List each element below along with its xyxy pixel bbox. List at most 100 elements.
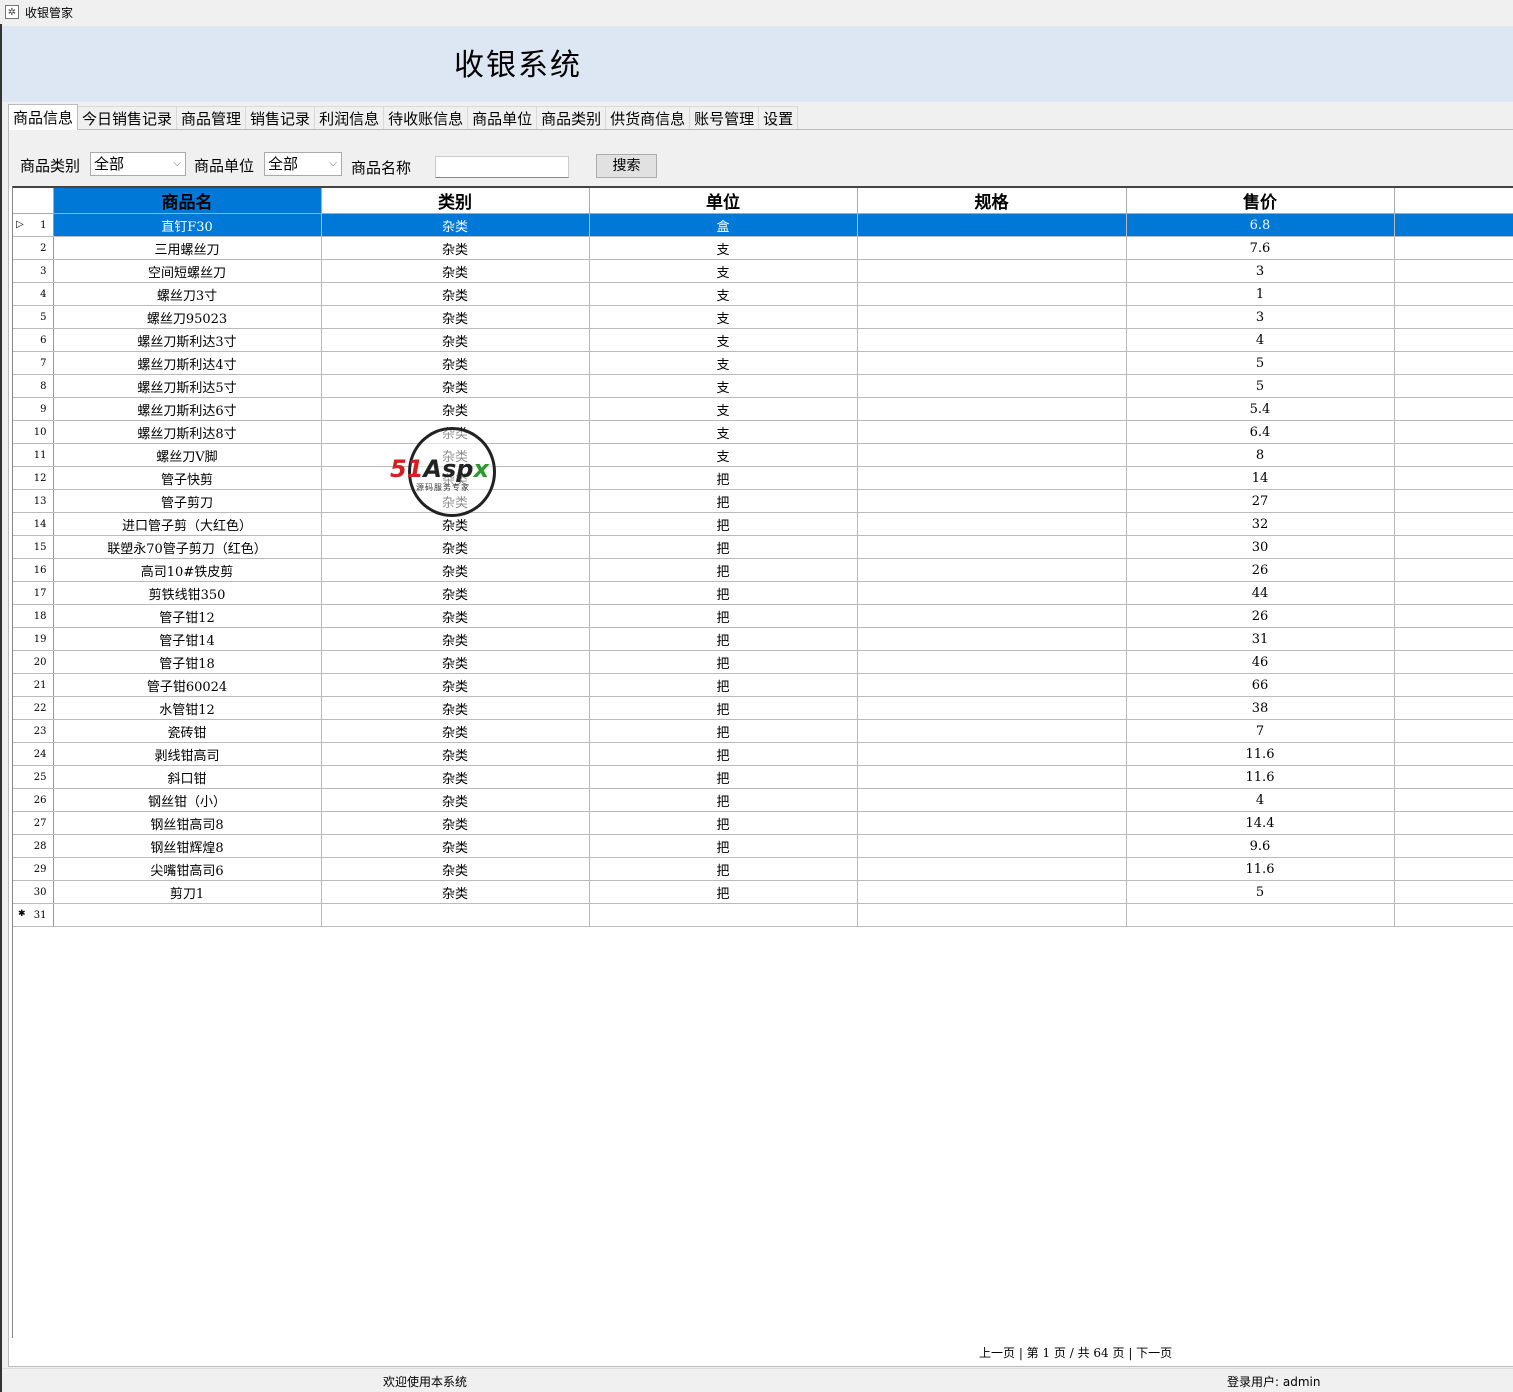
cell-cat[interactable]: 杂类: [321, 374, 590, 398]
cell-price[interactable]: 11.6: [1126, 742, 1395, 766]
cell-name[interactable]: 钢丝钳辉煌8: [53, 834, 322, 858]
cell-spec[interactable]: [857, 673, 1127, 697]
cell-cat[interactable]: 杂类: [321, 834, 590, 858]
cell-empty[interactable]: [321, 903, 590, 927]
cell-unit[interactable]: 支: [589, 259, 858, 283]
cell-spec[interactable]: [857, 213, 1127, 237]
cell-price[interactable]: 6.4: [1126, 420, 1395, 444]
cell-stock[interactable]: [1394, 512, 1513, 536]
cell-spec[interactable]: [857, 489, 1127, 513]
cell-empty[interactable]: [1394, 903, 1513, 927]
cell-price[interactable]: 11.6: [1126, 857, 1395, 881]
cell-price[interactable]: 5.4: [1126, 397, 1395, 421]
cell-price[interactable]: 9.6: [1126, 834, 1395, 858]
tab-7[interactable]: 商品类别: [536, 106, 607, 130]
table-row[interactable]: 29 尖嘴钳高司6 杂类把 11.6: [13, 857, 1513, 881]
cell-stock[interactable]: [1394, 282, 1513, 306]
column-header[interactable]: 商品名: [53, 188, 322, 214]
cell-price[interactable]: 5: [1126, 351, 1395, 375]
cell-unit[interactable]: 把: [589, 558, 858, 582]
cell-price[interactable]: 7: [1126, 719, 1395, 743]
cell-unit[interactable]: 把: [589, 834, 858, 858]
cell-name[interactable]: 螺丝刀斯利达3寸: [53, 328, 322, 352]
cell-stock[interactable]: [1394, 489, 1513, 513]
row-header[interactable]: 23: [13, 719, 54, 743]
column-header[interactable]: 售价: [1126, 188, 1395, 214]
table-row[interactable]: 21 管子钳60024 杂类把 66: [13, 673, 1513, 697]
cell-price[interactable]: 14.4: [1126, 811, 1395, 835]
cell-spec[interactable]: [857, 443, 1127, 467]
cell-name[interactable]: 剪铁线钳350: [53, 581, 322, 605]
tab-5[interactable]: 待收账信息: [383, 106, 469, 130]
cell-spec[interactable]: [857, 374, 1127, 398]
cell-unit[interactable]: 把: [589, 581, 858, 605]
cell-spec[interactable]: [857, 282, 1127, 306]
cell-stock[interactable]: [1394, 604, 1513, 628]
cell-stock[interactable]: [1394, 834, 1513, 858]
table-row[interactable]: ▷ 1 直钉F30 杂类盒 6.8: [13, 213, 1513, 237]
cell-stock[interactable]: [1394, 857, 1513, 881]
cell-cat[interactable]: 杂类: [321, 236, 590, 260]
tab-4[interactable]: 利润信息: [314, 106, 385, 130]
cell-unit[interactable]: 把: [589, 880, 858, 904]
search-button[interactable]: 搜索: [596, 154, 657, 178]
table-row[interactable]: 8 螺丝刀斯利达5寸 杂类支 5: [13, 374, 1513, 398]
table-row[interactable]: 10螺丝刀斯利达8寸杂类支6.4: [13, 420, 1513, 444]
row-header[interactable]: 5: [13, 305, 54, 329]
table-row[interactable]: 14 进口管子剪（大红色） 杂类把 32: [13, 512, 1513, 536]
table-row[interactable]: 23 瓷砖钳 杂类把 7: [13, 719, 1513, 743]
column-header[interactable]: 类别: [321, 188, 590, 214]
cell-name[interactable]: 尖嘴钳高司6: [53, 857, 322, 881]
tab-1[interactable]: 今日销售记录: [77, 106, 178, 130]
cell-empty[interactable]: [53, 903, 322, 927]
table-row[interactable]: 30 剪刀1 杂类把 5: [13, 880, 1513, 904]
cell-stock[interactable]: [1394, 374, 1513, 398]
cell-name[interactable]: 管子钳14: [53, 627, 322, 651]
cell-stock[interactable]: [1394, 650, 1513, 674]
table-row[interactable]: 20 管子钳18 杂类把 46: [13, 650, 1513, 674]
cell-name[interactable]: 钢丝钳（小）: [53, 788, 322, 812]
row-header[interactable]: 15: [13, 535, 54, 559]
row-header[interactable]: 19: [13, 627, 54, 651]
cell-stock[interactable]: [1394, 259, 1513, 283]
cell-cat[interactable]: 杂类: [321, 673, 590, 697]
cell-cat[interactable]: 杂类: [321, 696, 590, 720]
cell-name[interactable]: 联塑永70管子剪刀（红色）: [53, 535, 322, 559]
cell-stock[interactable]: [1394, 742, 1513, 766]
cell-stock[interactable]: [1394, 581, 1513, 605]
cell-price[interactable]: 6.8: [1126, 213, 1395, 237]
cell-spec[interactable]: [857, 397, 1127, 421]
cell-spec[interactable]: [857, 535, 1127, 559]
cell-unit[interactable]: 把: [589, 489, 858, 513]
cell-cat[interactable]: 杂类: [321, 213, 590, 237]
unit-select[interactable]: 全部 ⌵: [264, 152, 342, 176]
row-header[interactable]: 2: [13, 236, 54, 260]
row-header[interactable]: 14: [13, 512, 54, 536]
cell-name[interactable]: 高司10#铁皮剪: [53, 558, 322, 582]
table-row[interactable]: 26 钢丝钳（小） 杂类把 4: [13, 788, 1513, 812]
table-row[interactable]: 19 管子钳14 杂类把 31: [13, 627, 1513, 651]
row-header[interactable]: 21: [13, 673, 54, 697]
cell-unit[interactable]: 把: [589, 673, 858, 697]
cell-spec[interactable]: [857, 558, 1127, 582]
cell-cat[interactable]: 杂类: [321, 328, 590, 352]
cell-name[interactable]: 管子钳18: [53, 650, 322, 674]
cell-spec[interactable]: [857, 880, 1127, 904]
cell-cat[interactable]: 杂类: [321, 282, 590, 306]
cell-unit[interactable]: 把: [589, 627, 858, 651]
table-row[interactable]: 28 钢丝钳辉煌8 杂类把 9.6: [13, 834, 1513, 858]
table-row[interactable]: 2 三用螺丝刀 杂类支 7.6: [13, 236, 1513, 260]
cell-cat[interactable]: 杂类: [321, 558, 590, 582]
cell-unit[interactable]: 把: [589, 535, 858, 559]
cell-name[interactable]: 瓷砖钳: [53, 719, 322, 743]
table-row[interactable]: 17 剪铁线钳350 杂类把 44: [13, 581, 1513, 605]
row-header[interactable]: 24: [13, 742, 54, 766]
cell-unit[interactable]: 把: [589, 512, 858, 536]
cell-spec[interactable]: [857, 811, 1127, 835]
row-header[interactable]: 28: [13, 834, 54, 858]
cell-name[interactable]: 剥线钳高司: [53, 742, 322, 766]
cell-name[interactable]: 螺丝刀95023: [53, 305, 322, 329]
cell-stock[interactable]: [1394, 213, 1513, 237]
cell-spec[interactable]: [857, 650, 1127, 674]
cell-name[interactable]: 管子剪刀: [53, 489, 322, 513]
